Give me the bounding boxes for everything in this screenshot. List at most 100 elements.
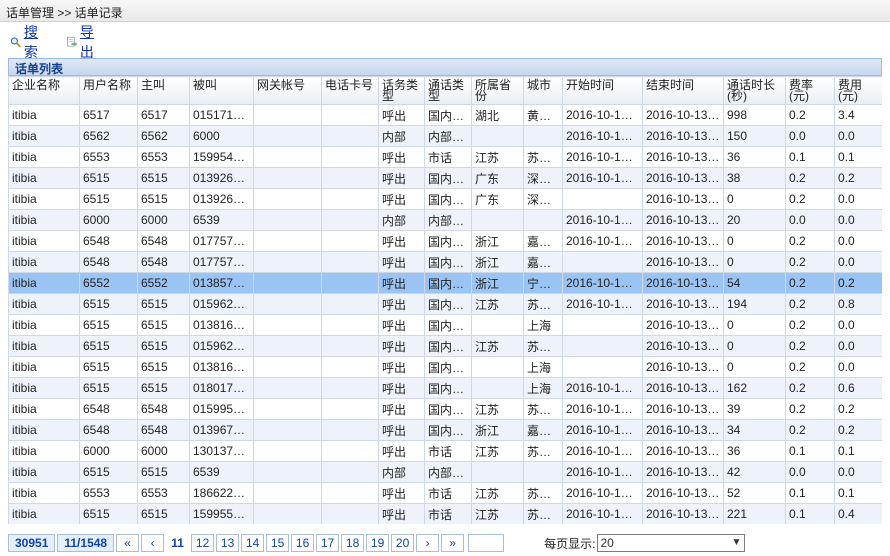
table-row[interactable]: itibia 6515 6515 015962… 呼出 国内… 江苏 苏州市 2016-10-1… — [8, 293, 882, 315]
table-cell: 2016-10-13… — [562, 419, 643, 441]
column-header[interactable]: 费用(元) — [834, 76, 882, 105]
page-link[interactable]: 20 — [391, 534, 415, 552]
column-header[interactable]: 网关帐号 — [253, 76, 322, 105]
table-cell — [253, 125, 322, 147]
table-row[interactable]: itibia 6000 6000 6539 内部 内部… 2016-10-13… 2016-1… — [8, 209, 882, 231]
goto-page-input[interactable] — [468, 534, 505, 552]
table-cell — [471, 461, 524, 483]
table-cell: 呼出 — [378, 356, 425, 378]
table-cell: 0.1 — [785, 440, 835, 462]
table-cell: 6548 — [137, 398, 190, 420]
prev-page-button[interactable]: ‹ — [141, 534, 165, 552]
export-button[interactable]: 导出 — [66, 24, 99, 60]
table-row[interactable]: itibia 6548 6548 017757… 呼出 国内… 浙江 嘉兴市 2016-10-1… — [8, 230, 882, 252]
table-cell: 2016-10-13… — [642, 335, 724, 357]
table-cell: 6548 — [79, 398, 138, 420]
column-header[interactable]: 所属省份 — [471, 76, 524, 105]
column-header[interactable]: 城市 — [523, 76, 563, 105]
table-row[interactable]: itibia 6515 6515 018017… 呼出 国内… 上海 2016-10-13… 2… — [8, 377, 882, 399]
table-cell: 013926… — [189, 167, 254, 189]
column-header[interactable]: 结束时间 — [642, 76, 724, 105]
table-cell — [562, 251, 643, 273]
table-cell: 0 — [723, 314, 786, 336]
table-cell — [471, 125, 524, 147]
table-cell — [321, 335, 379, 357]
table-cell: 6000 — [137, 209, 190, 231]
table-cell: itibia — [8, 398, 80, 420]
table-row[interactable]: itibia 6515 6515 015962… 呼出 国内… 江苏 苏州市 2016-10-1… — [8, 335, 882, 357]
table-cell: 国内… — [424, 293, 472, 315]
page-link[interactable]: 14 — [241, 534, 265, 552]
column-header[interactable]: 通话时长(秒) — [723, 76, 786, 105]
table-cell: 0.2 — [785, 314, 835, 336]
table-cell: 6515 — [137, 377, 190, 399]
page-link[interactable]: 12 — [191, 534, 215, 552]
table-row[interactable]: itibia 6515 6515 013816… 呼出 国内… 上海 2016-10-13… 0… — [8, 314, 882, 336]
column-header[interactable]: 电话卡号 — [321, 76, 379, 105]
page-link[interactable]: 13 — [216, 534, 240, 552]
page-link[interactable]: 11 — [166, 534, 190, 552]
table-cell — [321, 104, 379, 126]
page-link[interactable]: 15 — [266, 534, 290, 552]
call-records-table: 企业名称 用户名称 主叫 被叫 网关帐号 电话卡号 话务类型 通话类型 所属省份 城市 开始时间 结束… — [8, 76, 882, 524]
table-row[interactable]: itibia 6515 6515 6539 内部 内部… 2016-10-13… 2016-1… — [8, 461, 882, 483]
table-row[interactable]: itibia 6548 6548 015995… 呼出 国内… 江苏 苏州市 2016-10-1… — [8, 398, 882, 420]
table-cell: 2016-10-13… — [562, 167, 643, 189]
next-page-button[interactable]: › — [416, 534, 440, 552]
table-row[interactable]: itibia 6515 6515 013926… 呼出 国内… 广东 深圳市 2016-10-1… — [8, 167, 882, 189]
table-cell: itibia — [8, 209, 80, 231]
table-row[interactable]: itibia 6548 6548 013967… 呼出 国内… 浙江 嘉兴市 2016-10-1… — [8, 419, 882, 441]
column-header[interactable]: 通话类型 — [424, 76, 472, 105]
first-page-button[interactable]: « — [116, 534, 140, 552]
column-header[interactable]: 话务类型 — [378, 76, 425, 105]
table-cell: 013816… — [189, 314, 254, 336]
search-button[interactable]: 搜索 — [10, 24, 43, 60]
table-cell — [523, 461, 563, 483]
table-cell — [562, 356, 643, 378]
table-cell: 013857… — [189, 272, 254, 294]
table-cell: 2016-10-13… — [562, 125, 643, 147]
search-icon — [10, 37, 21, 48]
table-cell — [253, 230, 322, 252]
table-cell: 6515 — [137, 188, 190, 210]
table-row[interactable]: itibia 6515 6515 013816… 呼出 国内… 上海 2016-10-13… 0… — [8, 356, 882, 378]
column-header[interactable]: 企业名称 — [8, 76, 80, 105]
table-row[interactable]: itibia 6552 6552 013857… 呼出 国内… 浙江 宁波市 2016-10-1… — [8, 272, 882, 294]
table-cell: 6515 — [79, 377, 138, 399]
table-row[interactable]: itibia 6517 6517 015171… 呼出 国内… 湖北 黄冈市 2016-10-1… — [8, 104, 882, 126]
panel-title-bar: 话单列表 — [8, 58, 882, 76]
page-link[interactable]: 16 — [291, 534, 315, 552]
table-cell: itibia — [8, 188, 80, 210]
page-size-select[interactable]: 20 ▼ — [597, 534, 746, 552]
page-link[interactable]: 17 — [316, 534, 340, 552]
table-cell: itibia — [8, 251, 80, 273]
table-row[interactable]: itibia 6515 6515 159955… 呼出 市话 江苏 苏州市 2016-10-13… — [8, 503, 882, 524]
table-cell: 0.2 — [834, 419, 882, 441]
column-header[interactable]: 费率(元) — [785, 76, 835, 105]
table-cell: 20 — [723, 209, 786, 231]
table-cell — [562, 314, 643, 336]
table-row[interactable]: itibia 6515 6515 013926… 呼出 国内… 广东 深圳市 2016-10-1… — [8, 188, 882, 210]
table-cell: 0 — [723, 188, 786, 210]
column-header[interactable]: 开始时间 — [562, 76, 643, 105]
column-header[interactable]: 被叫 — [189, 76, 254, 105]
table-row[interactable]: itibia 6562 6562 6000 内部 内部… 2016-10-13… 2016-1… — [8, 125, 882, 147]
table-row[interactable]: itibia 6000 6000 130137… 呼出 市话 江苏 苏州市 2016-10-13… — [8, 440, 882, 462]
table-cell: 市话 — [424, 440, 472, 462]
table-row[interactable]: itibia 6548 6548 017757… 呼出 国内… 浙江 嘉兴市 2016-10-1… — [8, 251, 882, 273]
table-cell: 国内… — [424, 377, 472, 399]
table-cell: 国内… — [424, 419, 472, 441]
table-row[interactable]: itibia 6553 6553 159954… 呼出 市话 江苏 苏州市 2016-10-13… — [8, 146, 882, 168]
breadcrumb: 话单管理 >> 话单记录 — [6, 6, 123, 20]
table-cell: 159954… — [189, 146, 254, 168]
table-cell: 苏州市 — [523, 398, 563, 420]
page-link[interactable]: 18 — [341, 534, 365, 552]
table-cell — [471, 356, 524, 378]
page-link[interactable]: 19 — [366, 534, 390, 552]
table-cell: 呼出 — [378, 104, 425, 126]
column-header[interactable]: 用户名称 — [79, 76, 138, 105]
table-cell: itibia — [8, 125, 80, 147]
column-header[interactable]: 主叫 — [137, 76, 190, 105]
table-row[interactable]: itibia 6553 6553 186622… 呼出 市话 江苏 苏州市 2016-10-13… — [8, 482, 882, 504]
last-page-button[interactable]: » — [441, 534, 465, 552]
